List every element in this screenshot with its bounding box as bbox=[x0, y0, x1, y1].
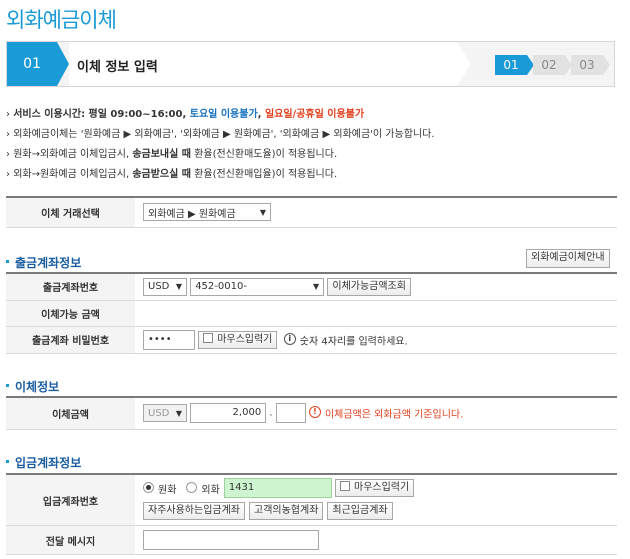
radio-krw-label: 원화 bbox=[158, 484, 177, 496]
checkbox-icon bbox=[340, 481, 350, 491]
password-help-text: 숫자 4자리를 입력하세요. bbox=[299, 336, 408, 347]
step-chip-1: 01 bbox=[495, 55, 534, 75]
step-chip-2: 02 bbox=[533, 55, 572, 75]
info-icon: i bbox=[283, 332, 296, 345]
current-step-number: 01 bbox=[7, 42, 57, 86]
chevron-down-icon: ▼ bbox=[313, 282, 320, 292]
recent-accounts-button[interactable]: 최근입금계좌 bbox=[327, 502, 393, 520]
page-title: 외화예금이체 bbox=[6, 8, 117, 32]
step-arrow bbox=[57, 42, 69, 86]
message-input[interactable] bbox=[143, 530, 319, 550]
checkbox-icon bbox=[203, 332, 214, 343]
deposit-section-title: 입금계좌정보 bbox=[6, 454, 81, 471]
transfer-currency-select: USD ▼ bbox=[143, 404, 187, 423]
deposit-account-label: 입금계좌번호 bbox=[6, 473, 135, 526]
chevron-down-icon: ▼ bbox=[175, 282, 182, 292]
withdraw-password-input[interactable]: •••• bbox=[143, 329, 195, 350]
notice-list: › 서비스 이용시간: 평일 09:00~16:00, 토요일 이용불가, 일요… bbox=[6, 105, 616, 185]
mouse-input-toggle[interactable]: 마우스입력기 bbox=[198, 330, 278, 349]
transfer-type-select[interactable]: 외화예금 ▶ 원화예금 ▼ bbox=[143, 203, 271, 222]
radio-krw[interactable] bbox=[143, 481, 154, 493]
withdraw-account-select[interactable]: 452-0010- ▼ bbox=[190, 277, 325, 296]
bullet-icon bbox=[6, 384, 9, 387]
transfer-amount-label: 이체금액 bbox=[6, 396, 135, 430]
chevron-down-icon: ▼ bbox=[259, 207, 266, 217]
bullet-icon bbox=[6, 260, 9, 263]
available-amount-value bbox=[135, 300, 617, 327]
decimal-separator: . bbox=[269, 407, 273, 419]
warning-icon: ! bbox=[308, 406, 321, 419]
current-step-label: 이체 정보 입력 bbox=[77, 60, 158, 75]
withdraw-section-title: 출금계좌정보 bbox=[6, 254, 81, 271]
notice-item: › 서비스 이용시간: 평일 09:00~16:00, 토요일 이용불가, 일요… bbox=[6, 109, 365, 120]
radio-fx[interactable] bbox=[186, 481, 198, 493]
withdraw-account-label: 출금계좌번호 bbox=[6, 272, 135, 301]
withdraw-password-label: 출금계좌 비밀번호 bbox=[6, 326, 135, 354]
transfer-type-table: 이체 거래선택 외화예금 ▶ 원화예금 ▼ bbox=[6, 196, 617, 228]
radio-fx-label: 외화 bbox=[201, 484, 220, 496]
notice-item: › 원화→외화예금 이체입금시, 송금보내실 때 환율(전신환매도율)이 적용됩… bbox=[6, 149, 338, 160]
fx-transfer-guide-button[interactable]: 외화예금이체안내 bbox=[526, 249, 610, 268]
bullet-icon bbox=[6, 460, 9, 463]
chevron-down-icon: ▼ bbox=[175, 408, 182, 418]
transfer-amount-help-text: 이체금액은 외화금액 기준입니다. bbox=[324, 409, 464, 421]
step-indicator: 01 이체 정보 입력 01 02 03 bbox=[6, 41, 615, 87]
notice-item: › 외화예금이체는 '원화예금 ▶ 외화예금', '외화예금 ▶ 원화예금', … bbox=[6, 129, 435, 140]
transfer-amount-decimal-input[interactable] bbox=[275, 403, 306, 424]
transfer-info-table: 이체금액 USD ▼ 2,000 . ! 이체금액은 외화금액 기준입니다. bbox=[6, 396, 617, 430]
deposit-table: 입금계좌번호 원화 외화 1431 마우스입력기 자주사용하는입금계좌 고객의농… bbox=[6, 473, 617, 555]
frequent-accounts-button[interactable]: 자주사용하는입금계좌 bbox=[143, 502, 245, 520]
withdraw-currency-select[interactable]: USD ▼ bbox=[143, 277, 187, 296]
message-label: 전달 메시지 bbox=[6, 525, 135, 555]
withdraw-table: 출금계좌번호 USD ▼ 452-0010- ▼ 이체가능금액조회 이체가능 금액 … bbox=[6, 272, 617, 354]
notice-item: › 외화→원화예금 이체입금시, 송금받으실 때 환율(전신환매입율)이 적용됩… bbox=[6, 169, 338, 180]
transfer-type-label: 이체 거래선택 bbox=[6, 196, 135, 228]
available-amount-label: 이체가능 금액 bbox=[6, 300, 135, 327]
deposit-mouse-input-toggle[interactable]: 마우스입력기 bbox=[335, 479, 415, 497]
transfer-amount-integer-input[interactable]: 2,000 bbox=[190, 403, 267, 424]
step-chip-3: 03 bbox=[571, 55, 610, 75]
deposit-account-input[interactable]: 1431 bbox=[223, 478, 332, 498]
transfer-info-section-title: 이체정보 bbox=[6, 378, 59, 395]
available-amount-query-button[interactable]: 이체가능금액조회 bbox=[327, 277, 411, 296]
customer-nh-accounts-button[interactable]: 고객의농협계좌 bbox=[249, 502, 324, 520]
